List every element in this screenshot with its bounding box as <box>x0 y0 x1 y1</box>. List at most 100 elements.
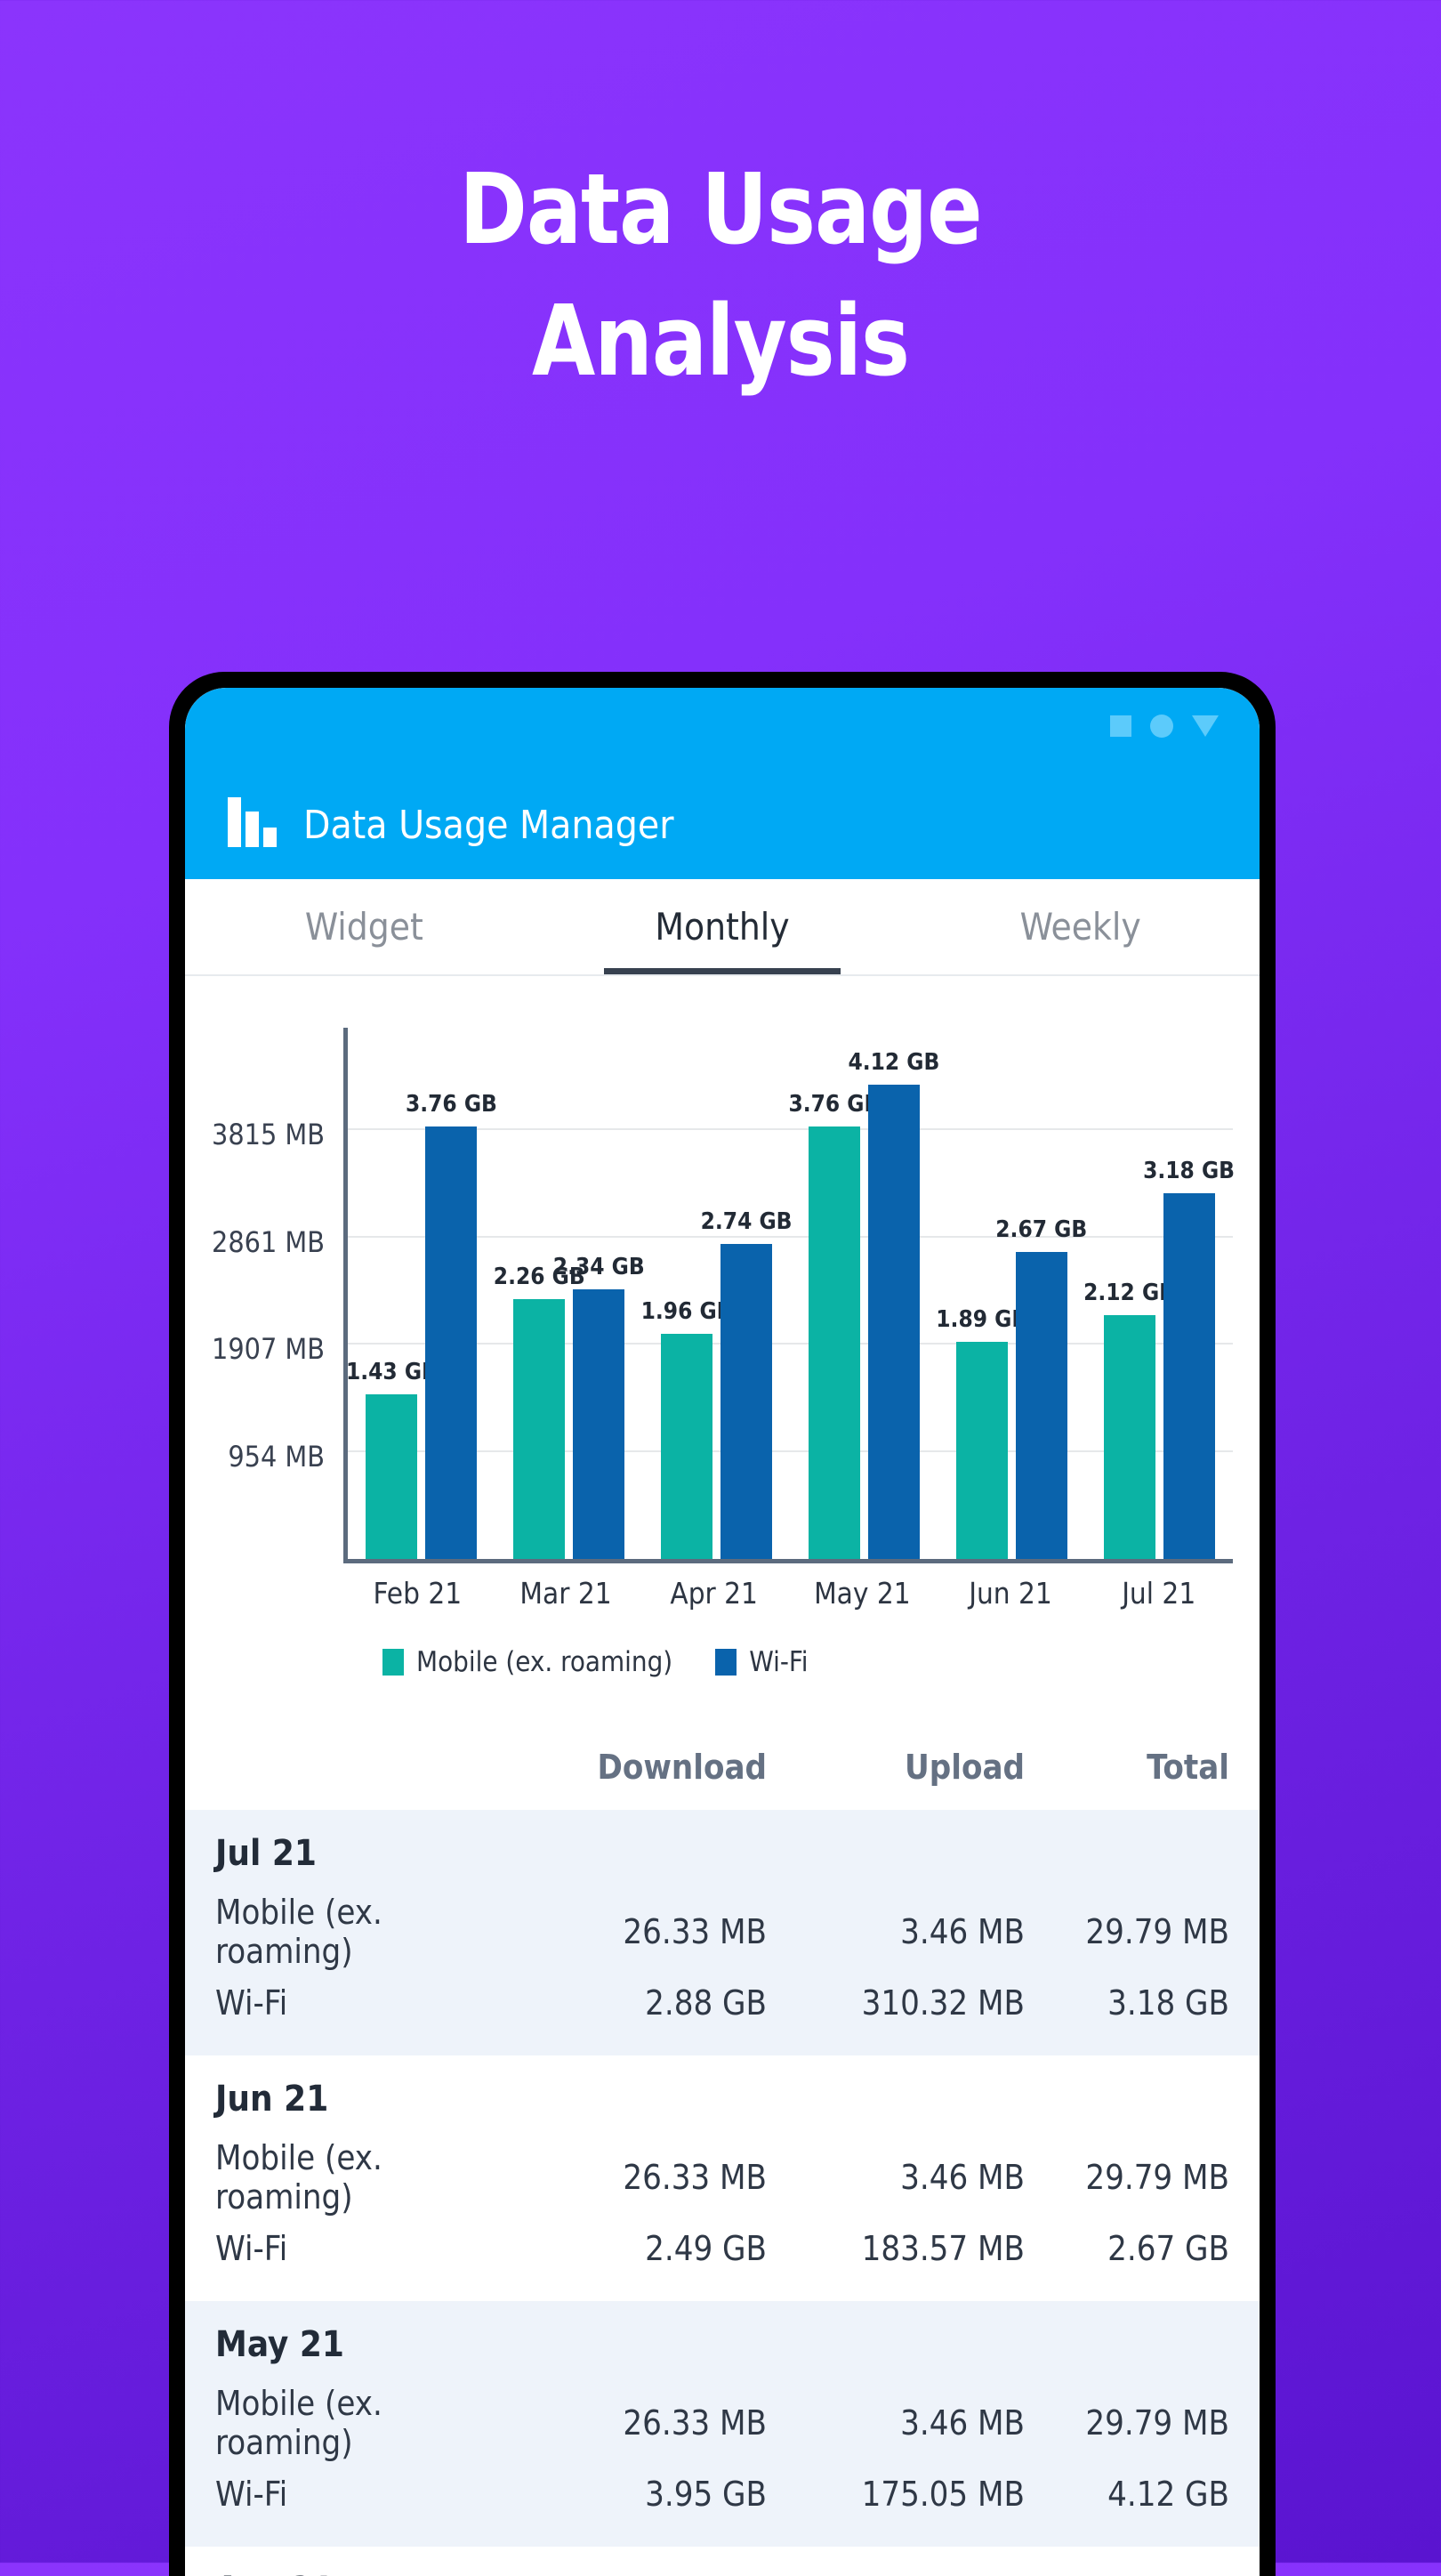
bar-value-label: 1.89 GB <box>936 1305 1028 1333</box>
tab-widget[interactable]: Widget <box>185 879 543 974</box>
bar-wifi[interactable]: 4.12 GB <box>848 1049 939 1559</box>
row-upload: 183.57 MB <box>861 2229 1025 2268</box>
bar-value-label: 2.34 GB <box>552 1254 645 1281</box>
table-month-group[interactable]: Apr 21 <box>185 2547 1260 2576</box>
bar-group: 1.43 GB 3.76 GB <box>346 1028 497 1559</box>
row-upload: 310.32 MB <box>861 1983 1025 2023</box>
row-total: 3.18 GB <box>1107 1983 1229 2023</box>
app-title: Data Usage Manager <box>303 803 674 848</box>
chart-legend: Mobile (ex. roaming) Wi-Fi <box>382 1646 1260 1678</box>
bar-chart-icon <box>228 797 277 847</box>
legend-label-wifi: Wi-Fi <box>749 1646 809 1678</box>
bar-mobile[interactable]: 1.96 GB <box>641 1298 733 1559</box>
row-label: Wi-Fi <box>215 2229 288 2268</box>
bar-value-label: 3.76 GB <box>405 1090 497 1118</box>
x-axis-tick: Mar 21 <box>519 1576 612 1611</box>
app-brand: Data Usage Manager <box>228 797 674 847</box>
tab-widget-label: Widget <box>304 905 423 949</box>
bar-wifi[interactable]: 2.67 GB <box>995 1216 1087 1559</box>
tab-monthly-label: Monthly <box>655 905 790 949</box>
y-axis-tick: 3815 MB <box>212 1118 325 1152</box>
row-download: 3.95 GB <box>645 2475 767 2514</box>
square-icon[interactable] <box>1110 715 1131 737</box>
bar-group: 3.76 GB 4.12 GB <box>788 1028 939 1559</box>
row-download: 26.33 MB <box>623 2403 767 2443</box>
promo-headline: Data Usage Analysis <box>51 160 1391 390</box>
table-month-group[interactable]: Jun 21 Mobile (ex. roaming) 26.33 MB 3.46 M… <box>185 2055 1260 2301</box>
table-month-label: Jul 21 <box>215 1833 317 1874</box>
row-download: 2.88 GB <box>645 1983 767 2023</box>
circle-icon[interactable] <box>1150 715 1173 738</box>
table-body: Jul 21 Mobile (ex. roaming) 26.33 MB 3.46 M… <box>185 1810 1260 2576</box>
chart-bar-groups: 1.43 GB 3.76 GB 2.26 GB 2.34 GB 1.96 GB 2.74 … <box>346 1028 1235 1559</box>
row-download: 26.33 MB <box>623 1912 767 1951</box>
bar-mobile[interactable]: 3.76 GB <box>788 1091 880 1559</box>
bar-wifi[interactable]: 3.76 GB <box>406 1091 497 1559</box>
bar-group: 2.26 GB 2.34 GB <box>494 1028 645 1559</box>
status-icons <box>1110 715 1219 738</box>
bar-group: 1.96 GB 2.74 GB <box>641 1028 793 1559</box>
legend-swatch-wifi <box>715 1649 737 1676</box>
row-label: Mobile (ex. roaming) <box>215 1893 382 1971</box>
phone-frame: Data Usage Manager Widget Monthly Weekly… <box>169 672 1276 2576</box>
bar-wifi[interactable]: 2.34 GB <box>553 1254 645 1559</box>
phone-screen: Data Usage Manager Widget Monthly Weekly… <box>185 688 1260 2576</box>
table-month-label: May 21 <box>215 2324 344 2365</box>
promo-headline-line2: Analysis <box>531 284 910 398</box>
bar-value-label: 2.67 GB <box>995 1215 1088 1243</box>
table-row: Wi-Fi 2.49 GB 183.57 MB 2.67 GB <box>215 2223 1229 2274</box>
row-download: 2.49 GB <box>645 2229 767 2268</box>
row-label: Wi-Fi <box>215 1983 288 2023</box>
table-row: Wi-Fi 3.95 GB 175.05 MB 4.12 GB <box>215 2468 1229 2520</box>
y-axis-tick: 954 MB <box>228 1439 325 1474</box>
table-row: Mobile (ex. roaming) 26.33 MB 3.46 MB 29.79… <box>215 2378 1229 2468</box>
bar-wifi[interactable]: 3.18 GB <box>1143 1158 1235 1559</box>
table-row: Mobile (ex. roaming) 26.33 MB 3.46 MB 29.79… <box>215 1886 1229 1977</box>
table-header-total: Total <box>1147 1748 1229 1787</box>
x-axis-tick: Apr 21 <box>670 1576 758 1611</box>
x-axis-tick: May 21 <box>814 1576 911 1611</box>
y-axis-tick: 1907 MB <box>212 1332 325 1367</box>
table-month-group[interactable]: Jul 21 Mobile (ex. roaming) 26.33 MB 3.46 M… <box>185 1810 1260 2055</box>
legend-item-wifi: Wi-Fi <box>715 1646 808 1678</box>
tab-monthly[interactable]: Monthly <box>543 879 902 974</box>
bar-wifi[interactable]: 2.74 GB <box>701 1208 793 1559</box>
row-total: 29.79 MB <box>1085 2158 1229 2197</box>
usage-bar-chart: 954 MB 1907 MB 2861 MB 3815 MB 1.43 GB 3.76 … <box>185 1012 1235 1563</box>
legend-label-mobile: Mobile (ex. roaming) <box>416 1646 673 1678</box>
row-total: 4.12 GB <box>1107 2475 1229 2514</box>
triangle-down-icon[interactable] <box>1192 715 1219 737</box>
bar-group: 1.89 GB 2.67 GB <box>936 1028 1087 1559</box>
table-row: Mobile (ex. roaming) 26.33 MB 3.46 MB 29.79… <box>215 2132 1229 2223</box>
bar-value-label: 3.18 GB <box>1143 1157 1235 1184</box>
bar-mobile[interactable]: 2.26 GB <box>494 1264 585 1559</box>
usage-table: Download Upload Total Jul 21 Mobile (ex. … <box>185 1748 1260 2576</box>
bar-value-label: 4.12 GB <box>848 1049 940 1077</box>
bar-mobile[interactable]: 2.12 GB <box>1083 1280 1175 1559</box>
app-bar: Data Usage Manager <box>185 688 1260 879</box>
y-axis-tick: 2861 MB <box>212 1224 325 1259</box>
row-upload: 3.46 MB <box>900 2403 1025 2443</box>
bar-value-label: 2.12 GB <box>1083 1279 1175 1306</box>
row-label: Wi-Fi <box>215 2475 288 2514</box>
table-month-group[interactable]: May 21 Mobile (ex. roaming) 26.33 MB 3.46 M… <box>185 2301 1260 2547</box>
bar-mobile[interactable]: 1.43 GB <box>346 1359 438 1559</box>
x-axis-tick: Feb 21 <box>373 1576 463 1611</box>
tab-bar: Widget Monthly Weekly <box>185 879 1260 976</box>
table-header-upload: Upload <box>905 1748 1025 1787</box>
row-total: 29.79 MB <box>1085 1912 1229 1951</box>
bar-mobile[interactable]: 1.89 GB <box>936 1306 1027 1559</box>
table-header-row: Download Upload Total <box>185 1748 1260 1810</box>
row-label: Mobile (ex. roaming) <box>215 2384 382 2462</box>
table-month-label: Apr 21 <box>215 2570 1229 2576</box>
table-header-download: Download <box>597 1748 767 1787</box>
x-axis-tick: Jun 21 <box>969 1576 1052 1611</box>
chart-section: 954 MB 1907 MB 2861 MB 3815 MB 1.43 GB 3.76 … <box>185 976 1260 1678</box>
x-axis-tick: Jul 21 <box>1122 1576 1196 1611</box>
y-axis-labels: 954 MB 1907 MB 2861 MB 3815 MB <box>185 1012 332 1563</box>
tab-weekly[interactable]: Weekly <box>901 879 1260 974</box>
row-total: 29.79 MB <box>1085 2403 1229 2443</box>
table-header-name <box>215 1748 509 1787</box>
table-row: Wi-Fi 2.88 GB 310.32 MB 3.18 GB <box>215 1977 1229 2029</box>
tab-weekly-label: Weekly <box>1019 905 1141 949</box>
